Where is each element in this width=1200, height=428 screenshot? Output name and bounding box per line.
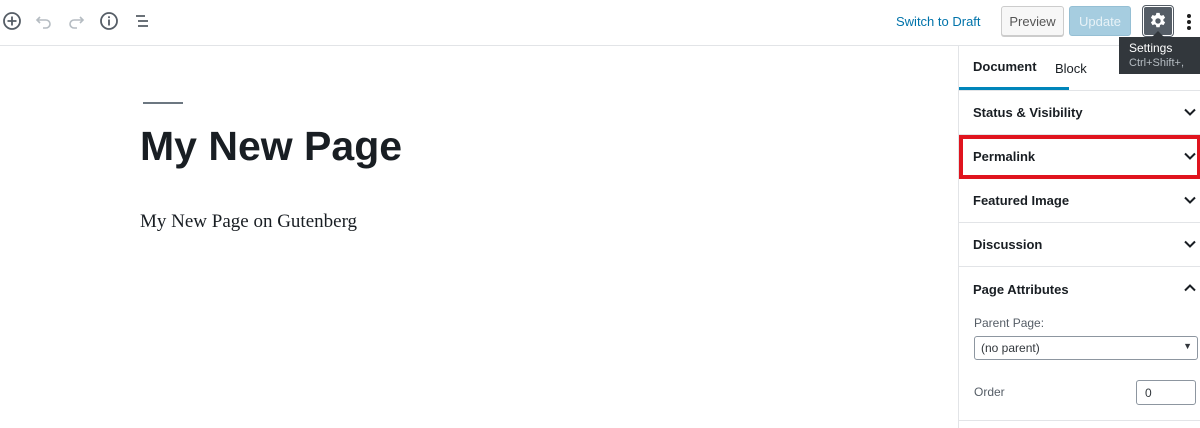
add-block-icon[interactable] [0,9,24,33]
settings-tooltip: Settings Ctrl+Shift+, [1119,31,1200,74]
post-title[interactable]: My New Page [140,123,402,170]
select-arrow-icon: ▼ [1183,341,1192,351]
title-separator [143,102,183,104]
editor-canvas: My New Page My New Page on Gutenberg [0,47,958,428]
more-vertical-icon [1187,14,1191,30]
panel-label: Permalink [973,149,1036,164]
order-label: Order [974,385,1005,399]
order-input[interactable]: 0 [1136,380,1196,405]
panel-label: Page Attributes [973,281,1069,297]
list-view-icon[interactable] [130,9,154,33]
panel-permalink[interactable]: Permalink [959,135,1200,179]
settings-sidebar: Document Block Status & Visibility Perma… [958,46,1200,428]
parent-page-label: Parent Page: [974,316,1045,330]
tooltip-shortcut: Ctrl+Shift+, [1129,57,1185,69]
panel-featured-image[interactable]: Featured Image [959,179,1200,223]
redo-icon[interactable] [64,9,88,33]
chevron-down-icon [1184,196,1196,204]
preview-button[interactable]: Preview [1001,6,1064,36]
parent-page-value: (no parent) [981,341,1040,355]
chevron-down-icon [1184,240,1196,248]
panel-page-attributes[interactable]: Page Attributes [959,267,1200,311]
update-button[interactable]: Update [1069,6,1131,36]
panel-label: Discussion [973,237,1043,252]
tab-document[interactable]: Document [959,46,1069,90]
chevron-down-icon [1184,108,1196,116]
parent-page-select[interactable]: (no parent) ▼ [974,336,1198,360]
tab-block[interactable]: Block [1055,46,1087,90]
panel-label: Featured Image [973,193,1070,208]
more-options-button[interactable] [1180,8,1198,36]
chevron-down-icon [1184,152,1196,160]
paragraph-block[interactable]: My New Page on Gutenberg [140,211,357,233]
tooltip-title: Settings [1129,41,1173,55]
gear-icon [1150,12,1166,28]
undo-icon[interactable] [32,9,56,33]
editor-toolbar: Switch to Draft Preview Update [0,0,1200,46]
panel-label: Status & Visibility [973,105,1083,120]
switch-to-draft-link[interactable]: Switch to Draft [896,14,981,29]
info-icon[interactable] [97,9,121,33]
chevron-up-icon [1184,284,1196,292]
panel-divider [959,420,1200,421]
panel-status-visibility[interactable]: Status & Visibility [959,91,1200,135]
panel-discussion[interactable]: Discussion [959,223,1200,267]
